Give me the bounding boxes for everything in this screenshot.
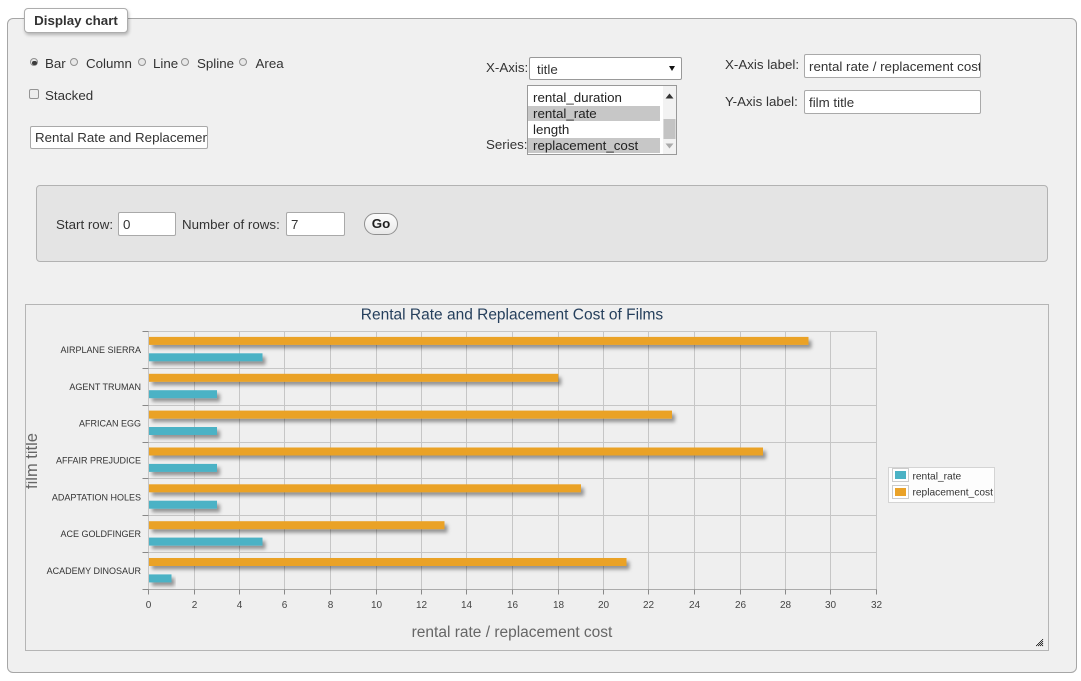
svg-text:4: 4: [237, 600, 243, 611]
svg-text:16: 16: [507, 600, 519, 611]
svg-text:30: 30: [825, 600, 837, 611]
svg-text:AFRICAN EGG: AFRICAN EGG: [79, 419, 141, 429]
svg-text:ADAPTATION HOLES: ADAPTATION HOLES: [52, 492, 141, 502]
svg-text:20: 20: [598, 600, 610, 611]
svg-text:24: 24: [689, 600, 701, 611]
svg-text:28: 28: [780, 600, 792, 611]
svg-text:rental_rate: rental_rate: [913, 472, 962, 483]
svg-text:AIRPLANE SIERRA: AIRPLANE SIERRA: [60, 345, 141, 355]
svg-text:Rental Rate and Replacement Co: Rental Rate and Replacement Cost of Film…: [361, 307, 664, 324]
svg-text:8: 8: [328, 600, 334, 611]
svg-text:22: 22: [643, 600, 655, 611]
svg-text:32: 32: [871, 600, 883, 611]
svg-text:rental rate / replacement cost: rental rate / replacement cost: [412, 624, 613, 641]
svg-text:ACADEMY DINOSAUR: ACADEMY DINOSAUR: [47, 566, 142, 576]
svg-text:film title: film title: [26, 433, 41, 489]
svg-text:14: 14: [461, 600, 473, 611]
svg-text:12: 12: [416, 600, 428, 611]
svg-text:0: 0: [146, 600, 152, 611]
svg-text:26: 26: [735, 600, 747, 611]
svg-text:AFFAIR PREJUDICE: AFFAIR PREJUDICE: [56, 456, 141, 466]
svg-text:2: 2: [192, 600, 198, 611]
svg-text:10: 10: [371, 600, 383, 611]
svg-text:ACE GOLDFINGER: ACE GOLDFINGER: [60, 529, 141, 539]
svg-text:6: 6: [282, 600, 288, 611]
svg-text:AGENT TRUMAN: AGENT TRUMAN: [69, 382, 141, 392]
svg-text:replacement_cost: replacement_cost: [913, 488, 994, 499]
svg-text:18: 18: [553, 600, 565, 611]
